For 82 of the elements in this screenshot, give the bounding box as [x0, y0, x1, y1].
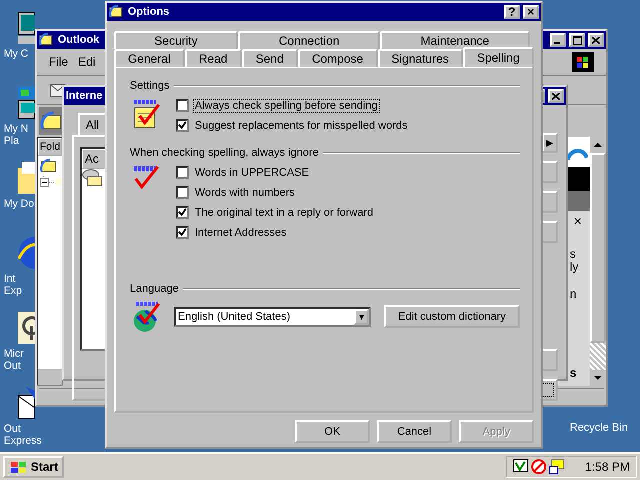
maximize-button[interactable] [569, 33, 585, 47]
spell-check-icon [132, 98, 162, 130]
window-title: Interne [66, 90, 103, 102]
edit-dictionary-button[interactable]: Edit custom dictionary [384, 305, 520, 328]
checkbox-label[interactable]: The original text in a reply or forward [194, 206, 375, 218]
folder-icon [18, 162, 35, 194]
text-fragment: s [570, 367, 577, 380]
icon-label[interactable]: My C [4, 48, 28, 60]
check-icon [178, 121, 187, 130]
no-entry-icon[interactable] [531, 459, 548, 475]
mail-icon[interactable] [82, 169, 104, 187]
clock[interactable]: 1:58 PM [585, 460, 630, 474]
mail-icon [109, 5, 125, 19]
icon-label[interactable]: Int Exp [4, 273, 22, 297]
tab[interactable]: General [114, 49, 185, 67]
clock-icon [18, 312, 35, 344]
icon-label[interactable]: My N Pla [4, 123, 28, 147]
menu-item[interactable]: Edi [78, 55, 96, 69]
window-icon[interactable] [549, 459, 566, 475]
close-button[interactable] [548, 89, 564, 103]
checkbox[interactable] [176, 166, 189, 179]
text-fragment: ly [570, 261, 579, 274]
icon-label[interactable]: Micr Out [4, 348, 24, 372]
check-icon [178, 228, 187, 237]
text-fragment: s [570, 248, 576, 261]
mail-icon [18, 387, 35, 419]
tab[interactable]: Connection [238, 31, 380, 49]
group-title: Settings [130, 80, 170, 92]
scroll-up-icon[interactable] [590, 137, 606, 153]
checkbox[interactable] [176, 186, 189, 199]
monitor-icon[interactable] [513, 459, 530, 475]
globe-icon [132, 301, 162, 333]
icon-label[interactable]: Out Express [4, 423, 42, 447]
spell-check-icon [132, 165, 162, 191]
checkbox[interactable] [176, 226, 189, 239]
tree-drawing[interactable] [40, 176, 64, 190]
tab[interactable]: Read [184, 49, 242, 67]
checkbox-label[interactable]: Suggest replacements for misspelled words [194, 120, 409, 132]
scroll-right-button[interactable]: ▶ [542, 133, 558, 153]
dialog-button[interactable]: OK [295, 420, 370, 443]
mail-icon [39, 33, 55, 47]
menu-item[interactable]: File [49, 55, 68, 69]
window-title: Outlook [58, 34, 100, 46]
icon-label[interactable]: Recycle Bin [570, 422, 628, 434]
checkbox-label[interactable]: Words in UPPERCASE [194, 166, 310, 178]
windows-logo-icon [572, 52, 594, 72]
checkbox-label[interactable]: Words with numbers [194, 186, 296, 198]
checkbox-label[interactable]: Internet Addresses [194, 226, 288, 238]
windows-flag-icon [9, 459, 29, 475]
close-button[interactable]: × [523, 5, 539, 19]
close-icon [592, 36, 600, 44]
tab[interactable]: Maintenance [380, 31, 530, 49]
close-button[interactable] [588, 33, 604, 47]
dialog-button[interactable]: Cancel [377, 420, 452, 443]
language-dropdown[interactable]: English (United States) ▼ [174, 307, 372, 327]
tab[interactable]: Compose [298, 49, 378, 67]
column-header[interactable]: Fold [38, 138, 62, 156]
checkbox-label[interactable]: Always check spelling before sending [194, 100, 379, 112]
tab[interactable]: Security [114, 31, 238, 49]
start-button[interactable]: Start [3, 456, 64, 478]
tab[interactable]: Spelling [463, 47, 534, 67]
logo-drawing [566, 147, 588, 161]
maximize-icon [572, 36, 582, 44]
check-icon [178, 208, 187, 217]
tab[interactable]: Signatures [378, 49, 464, 67]
help-button[interactable]: ? [504, 5, 520, 19]
tab[interactable]: Send [242, 49, 298, 67]
group-title: When checking spelling, always ignore [130, 147, 319, 159]
checkbox[interactable] [176, 119, 189, 132]
checkbox[interactable] [176, 99, 189, 112]
mail-icon[interactable] [40, 158, 58, 174]
close-icon [552, 92, 560, 100]
scroll-down-icon[interactable] [590, 370, 606, 386]
scroll-thumb[interactable] [590, 153, 606, 343]
mail-icon[interactable] [40, 111, 64, 131]
window-title: Options [128, 6, 170, 18]
group-title: Language [130, 283, 179, 295]
text-fragment: n [570, 288, 577, 301]
icon-label[interactable]: My Do [4, 198, 34, 210]
minimize-button[interactable] [550, 33, 566, 47]
close-button[interactable]: × [572, 215, 584, 228]
checkbox[interactable] [176, 206, 189, 219]
